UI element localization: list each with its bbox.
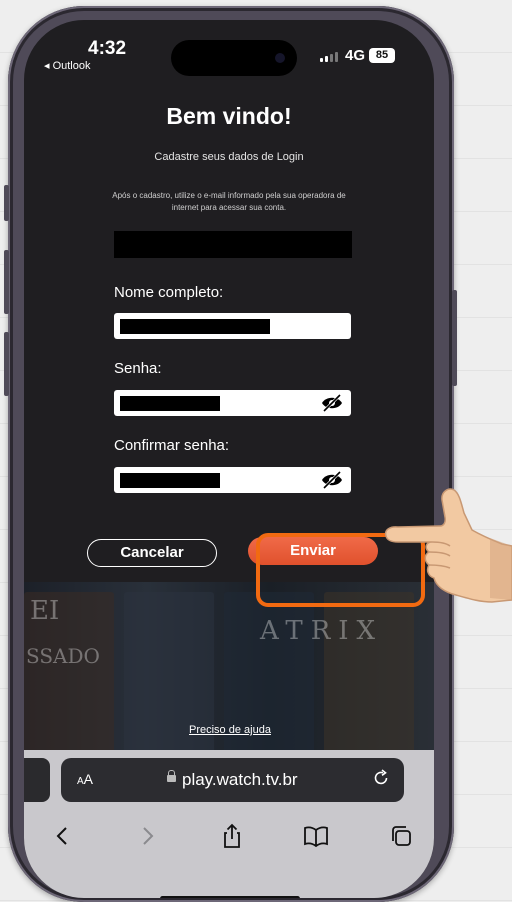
power-button — [452, 290, 457, 386]
redacted-email — [114, 231, 352, 258]
pointing-hand-icon — [384, 488, 512, 603]
volume-down-button — [4, 332, 9, 396]
reload-icon[interactable] — [372, 769, 390, 787]
phone-screen: 4:32 ◂ Outlook 4G 85 Bem vindo! Cadastre… — [24, 20, 434, 898]
url-text: play.watch.tv.br — [182, 770, 298, 789]
battery-icon: 85 — [369, 48, 395, 63]
action-button — [4, 185, 9, 221]
signal-icon — [320, 52, 338, 62]
dynamic-island — [171, 40, 297, 76]
cancel-button[interactable]: Cancelar — [87, 539, 217, 567]
eye-slash-icon[interactable] — [321, 394, 343, 412]
poster-art-text: EI — [30, 596, 60, 626]
home-indicator — [160, 896, 300, 898]
redacted-value — [120, 396, 220, 411]
back-to-app-link[interactable]: ◂ Outlook — [44, 59, 91, 72]
info-text: Após o cadastro, utilize o e-mail inform… — [112, 191, 346, 212]
lock-icon — [167, 770, 176, 782]
help-link[interactable]: Preciso de ajuda — [189, 724, 271, 736]
clock: 4:32 — [88, 38, 127, 59]
forward-chevron-icon[interactable] — [134, 823, 160, 849]
browser-toolbar: AA play.watch.tv.br — [24, 750, 434, 898]
redacted-value — [120, 473, 220, 488]
confirm-password-label: Confirmar senha: — [114, 437, 230, 454]
page-title: Bem vindo! — [166, 103, 292, 129]
full-name-input[interactable] — [114, 313, 351, 339]
reader-aa-button[interactable]: AA — [77, 771, 93, 787]
volume-up-button — [4, 250, 9, 314]
redacted-value — [120, 319, 270, 334]
address-bar[interactable]: AA play.watch.tv.br — [61, 758, 404, 802]
back-chevron-icon[interactable] — [50, 823, 76, 849]
name-label: Nome completo: — [114, 284, 224, 301]
network-type: 4G — [345, 47, 366, 64]
eye-slash-icon[interactable] — [321, 471, 343, 489]
password-label: Senha: — [114, 360, 162, 377]
page-subtitle: Cadastre seus dados de Login — [154, 151, 304, 163]
password-input[interactable] — [114, 390, 351, 416]
camera-icon — [275, 53, 285, 63]
share-icon[interactable] — [219, 823, 245, 849]
bookmarks-icon[interactable] — [303, 823, 329, 849]
poster — [124, 592, 214, 772]
poster-art-text: SSADO — [26, 644, 100, 668]
tabs-icon[interactable] — [388, 823, 414, 849]
poster-art-text: ATRIX — [260, 616, 384, 646]
previous-tab[interactable] — [24, 758, 50, 802]
confirm-password-input[interactable] — [114, 467, 351, 493]
